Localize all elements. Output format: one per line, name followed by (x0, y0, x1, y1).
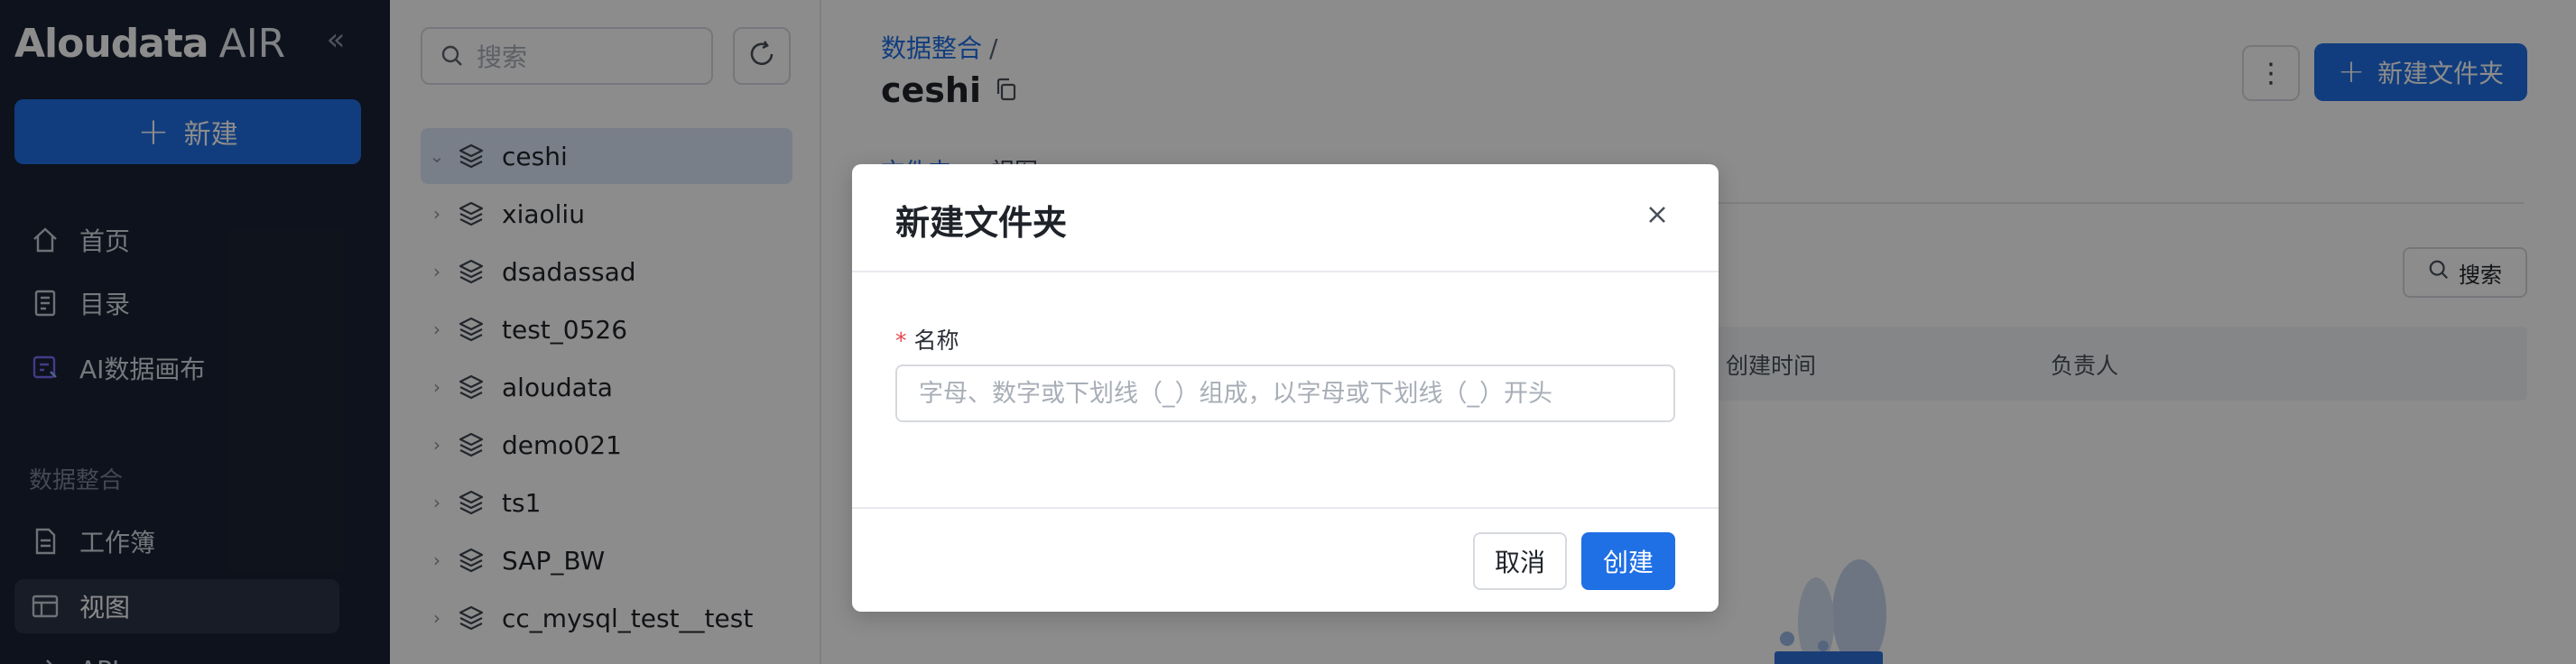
name-field-label-text: 名称 (913, 327, 959, 354)
close-button[interactable] (1639, 198, 1675, 235)
required-asterisk: * (895, 327, 907, 354)
new-folder-dialog: 新建文件夹 *名称 取消 创建 (852, 164, 1719, 612)
name-field-label: * 名称 (895, 323, 959, 355)
create-button[interactable]: 创建 (1581, 532, 1675, 590)
dialog-header-divider (852, 271, 1719, 272)
dialog-footer-divider (852, 507, 1719, 509)
folder-name-input[interactable] (895, 364, 1675, 422)
dialog-title: 新建文件夹 (895, 203, 1068, 243)
close-icon (1645, 203, 1669, 230)
cancel-button[interactable]: 取消 (1473, 532, 1567, 590)
